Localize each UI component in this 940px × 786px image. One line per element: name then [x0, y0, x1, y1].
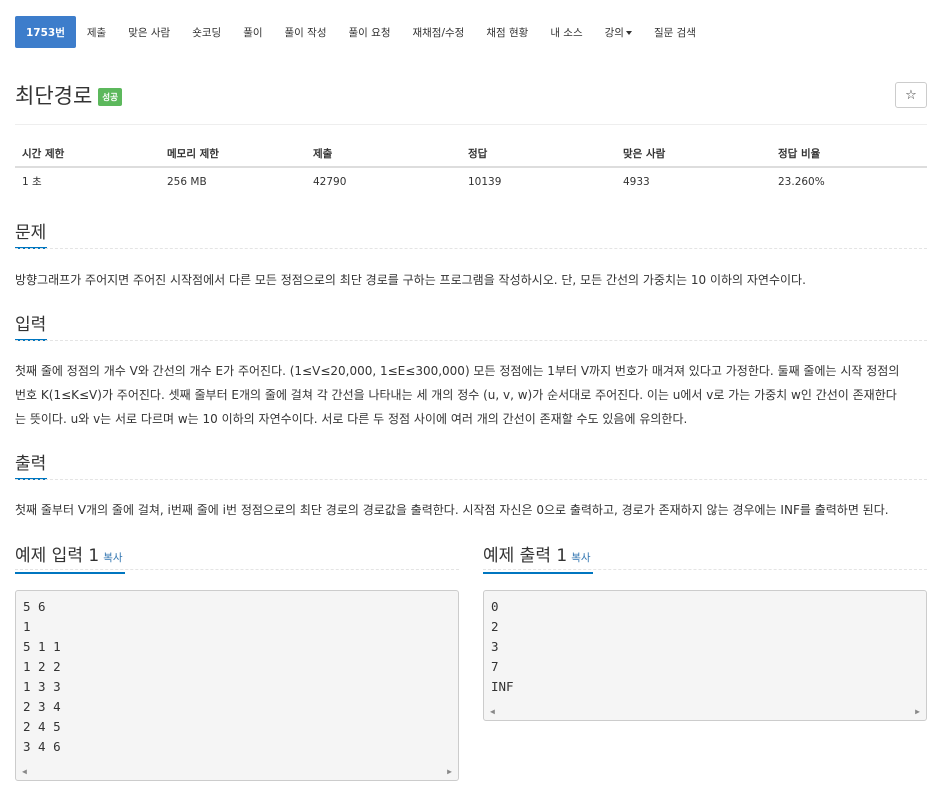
sample-output-line: INF: [491, 679, 514, 694]
section-problem-heading: 문제: [15, 218, 47, 249]
section-problem-title: 문제: [15, 223, 47, 243]
output-description: 첫째 줄부터 V개의 줄에 걸쳐, i번째 줄에 i번 정점으로의 최단 경로의…: [15, 503, 889, 517]
sample-input-line: 1 2 2: [23, 659, 61, 674]
header-submissions: 제출: [306, 141, 461, 168]
status-badge: 성공: [98, 88, 122, 106]
problem-description: 방향그래프가 주어지면 주어진 시작점에서 다른 모든 정점으로의 최단 경로를…: [15, 273, 806, 287]
sample-input-line: 1 3 3: [23, 679, 61, 694]
scroll-right-arrow-icon[interactable]: ▶: [447, 762, 452, 780]
section-divider: [15, 248, 927, 249]
section-output-title: 출력: [15, 454, 47, 474]
problem-title: 최단경로: [15, 84, 93, 108]
header-memory-limit: 메모리 제한: [160, 141, 306, 168]
nav-item-my-source[interactable]: 내 소스: [539, 16, 593, 48]
scroll-left-arrow-icon[interactable]: ◀: [490, 702, 495, 720]
sample-output-line: 3: [491, 639, 499, 654]
header-solved-users: 맞은 사람: [616, 141, 771, 168]
sample-input-line: 2 3 4: [23, 699, 61, 714]
sample-output-line: 0: [491, 599, 499, 614]
value-solved-users: 4933: [623, 175, 650, 188]
section-divider: [15, 569, 459, 570]
scroll-right-arrow-icon[interactable]: ▶: [915, 702, 920, 720]
section-divider: [15, 479, 927, 480]
problem-nav: 1753번 제출 맞은 사람 숏코딩 풀이 풀이 작성 풀이 요청 재채점/수정…: [15, 16, 707, 48]
problem-header: 최단경로 성공: [15, 80, 122, 110]
nav-item-solutions[interactable]: 풀이: [232, 16, 273, 48]
header-time-limit: 시간 제한: [15, 141, 160, 168]
caret-down-icon: [625, 30, 632, 35]
sample-input-title: 예제 입력 1: [15, 546, 100, 566]
scroll-left-arrow-icon[interactable]: ◀: [22, 762, 27, 780]
sample-output-title: 예제 출력 1: [483, 546, 568, 566]
section-underline: [483, 572, 593, 574]
header-ratio: 정답 비율: [771, 141, 927, 168]
value-accepted: 10139: [468, 175, 502, 188]
input-line: 번호 K(1≤K≤V)가 주어진다. 셋째 줄부터 E개의 줄에 걸쳐 각 간선…: [15, 388, 897, 402]
sample-input-box[interactable]: 5 6 1 5 1 1 1 2 2 1 3 3 2 3 4 2 4 5 3 4 …: [15, 590, 459, 781]
value-memory-limit: 256 MB: [167, 175, 207, 188]
nav-item-question-search[interactable]: 질문 검색: [643, 16, 707, 48]
star-icon: ☆: [905, 87, 917, 103]
sample-output-box[interactable]: 0 2 3 7 INF ◀ ▶: [483, 590, 927, 721]
info-header-row: 시간 제한 메모리 제한 제출 정답 맞은 사람 정답 비율: [15, 141, 927, 168]
value-submissions: 42790: [313, 175, 347, 188]
section-output-heading: 출력: [15, 449, 47, 480]
section-divider: [483, 569, 927, 570]
sample-input-line: 1: [23, 619, 31, 634]
nav-item-lecture-dropdown[interactable]: 강의: [594, 16, 643, 48]
nav-item-problem-number[interactable]: 1753번: [15, 16, 76, 48]
section-input-heading: 입력: [15, 310, 47, 341]
nav-item-status[interactable]: 채점 현황: [475, 16, 539, 48]
value-time-limit: 1 초: [22, 176, 42, 188]
sample-output-heading: 예제 출력 1 복사: [483, 541, 593, 574]
info-value-row: 1 초 256 MB 42790 10139 4933 23.260%: [15, 167, 927, 195]
section-input-title: 입력: [15, 315, 47, 335]
nav-item-request-solution[interactable]: 풀이 요청: [338, 16, 402, 48]
input-description: 첫째 줄에 정점의 개수 V와 간선의 개수 E가 주어진다. (1≤V≤20,…: [15, 359, 927, 431]
copy-sample-output-link[interactable]: 복사: [571, 552, 590, 564]
star-button[interactable]: ☆: [895, 82, 927, 108]
sample-output-line: 7: [491, 659, 499, 674]
horizontal-scrollbar[interactable]: ◀ ▶: [17, 765, 457, 779]
sample-input-line: 3 4 6: [23, 739, 61, 754]
nav-item-rejudge[interactable]: 재채점/수정: [401, 16, 475, 48]
nav-item-accepted-users[interactable]: 맞은 사람: [117, 16, 181, 48]
section-underline: [15, 572, 125, 574]
sample-input-line: 5 6: [23, 599, 46, 614]
sample-output-line: 2: [491, 619, 499, 634]
section-divider: [15, 340, 927, 341]
copy-sample-input-link[interactable]: 복사: [103, 552, 122, 564]
nav-item-short-coding[interactable]: 숏코딩: [181, 16, 232, 48]
horizontal-scrollbar[interactable]: ◀ ▶: [485, 705, 925, 719]
input-line: 첫째 줄에 정점의 개수 V와 간선의 개수 E가 주어진다. (1≤V≤20,…: [15, 364, 900, 378]
nav-item-lecture-label: 강의: [604, 26, 624, 39]
sample-input-line: 2 4 5: [23, 719, 61, 734]
input-line: 는 뜻이다. u와 v는 서로 다르며 w는 10 이하의 자연수이다. 서로 …: [15, 412, 688, 426]
nav-item-submit[interactable]: 제출: [76, 16, 117, 48]
header-accepted: 정답: [461, 141, 616, 168]
value-ratio: 23.260%: [778, 175, 825, 188]
problem-info-table: 시간 제한 메모리 제한 제출 정답 맞은 사람 정답 비율 1 초 256 M…: [15, 141, 927, 195]
sample-input-line: 5 1 1: [23, 639, 61, 654]
nav-item-write-solution[interactable]: 풀이 작성: [274, 16, 338, 48]
sample-input-heading: 예제 입력 1 복사: [15, 541, 125, 574]
title-divider: [15, 124, 927, 125]
